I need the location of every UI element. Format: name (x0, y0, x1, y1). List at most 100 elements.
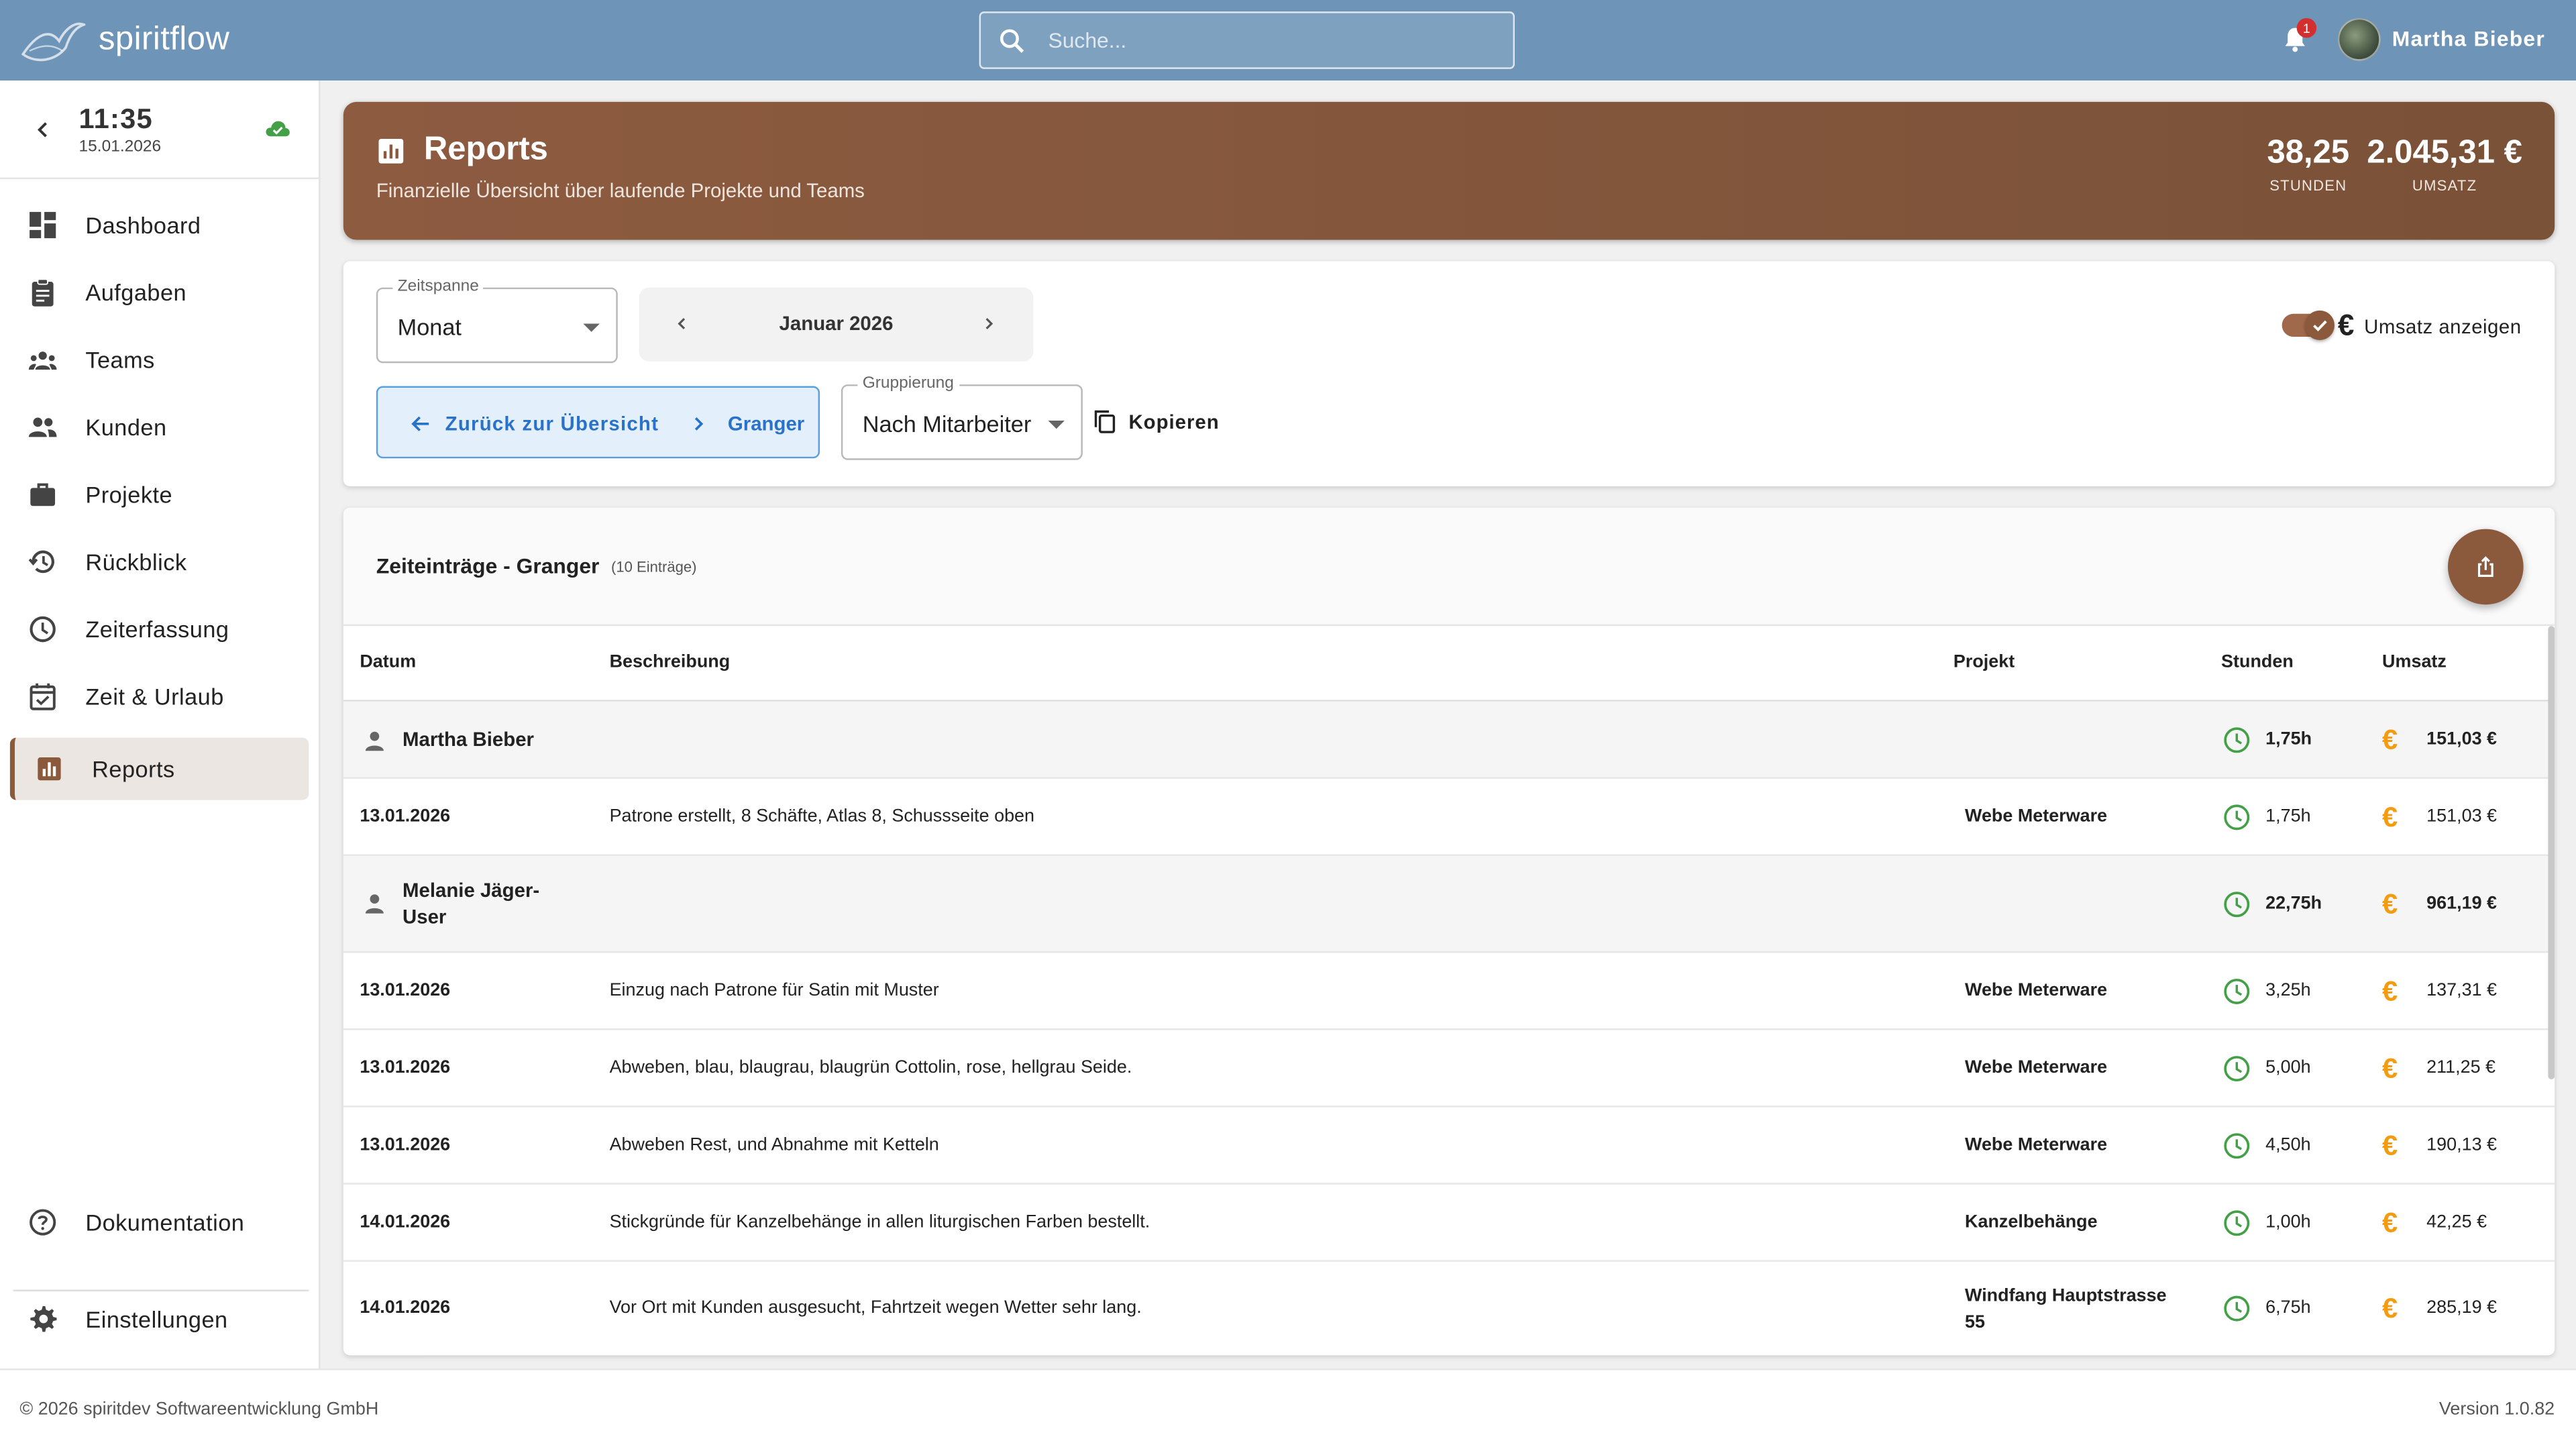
grouping-label: Gruppierung (857, 374, 959, 393)
spiritflow-logo-icon (21, 21, 86, 60)
show-revenue-toggle[interactable] (2282, 310, 2335, 340)
sidebar-item-reports[interactable]: Reports (9, 737, 309, 800)
entry-revenue: 190,13 € (2426, 1135, 2498, 1155)
entry-date: 13.01.2026 (360, 806, 451, 826)
sidebar-item-label: Einstellungen (85, 1305, 228, 1333)
copy-label: Kopieren (1128, 410, 1220, 433)
entry-description: Einzug nach Patrone für Satin mit Muster (609, 981, 939, 1001)
euro-icon: € (2382, 1208, 2398, 1239)
entry-project: Webe Meterware (1965, 981, 2108, 1001)
entry-description: Vor Ort mit Kunden ausgesucht, Fahrtzeit… (609, 1297, 1142, 1318)
copy-button[interactable]: Kopieren (1093, 409, 1220, 434)
sidebar-item-label: Kunden (85, 414, 167, 441)
breadcrumb-current[interactable]: Granger (728, 413, 804, 435)
sidebar-item-dokumentation[interactable]: Dokumentation (10, 1191, 309, 1254)
euro-icon: € (2382, 802, 2398, 833)
clock-icon (2224, 1295, 2250, 1322)
entry-hours: 3,25h (2265, 981, 2311, 1001)
sidebar-item-label: Zeit & Urlaub (85, 683, 224, 710)
entry-hours: 6,75h (2265, 1297, 2311, 1318)
sidebar-item-label: Teams (85, 346, 155, 373)
sidebar-item-label: Dokumentation (85, 1209, 245, 1236)
table-scrollbar[interactable] (2548, 626, 2555, 1079)
table-row[interactable]: 13.01.2026 Abweben, blau, blaugrau, blau… (343, 1030, 2555, 1108)
sidebar-item-label: Aufgaben (85, 279, 187, 306)
period-select[interactable]: Zeitspanne Monat (376, 277, 618, 364)
user-name[interactable]: Martha Bieber (2392, 26, 2545, 51)
chevron-left-icon[interactable] (33, 120, 52, 140)
chevron-right-icon[interactable] (979, 314, 999, 333)
grouping-select[interactable]: Gruppierung Nach Mitarbeiter (841, 374, 1083, 460)
dropdown-arrow-icon (1048, 420, 1065, 429)
entry-description: Stickgründe für Kanzelbehänge in allen l… (609, 1212, 1150, 1232)
sidebar-item-einstellungen[interactable]: Einstellungen (10, 1288, 309, 1350)
reports-header: Reports Finanzielle Übersicht über laufe… (343, 101, 2555, 240)
column-header-hours[interactable]: Stunden (2221, 652, 2294, 672)
entry-date: 14.01.2026 (360, 1212, 451, 1232)
avatar[interactable] (2337, 17, 2381, 61)
export-button[interactable] (2448, 529, 2524, 605)
sidebar-item-projekte[interactable]: Projekte (10, 464, 309, 526)
search-input[interactable] (1048, 28, 1476, 53)
clipboard-icon (32, 278, 54, 307)
clock-icon (2224, 804, 2250, 830)
sidebar-item-kunden[interactable]: Kunden (10, 396, 309, 458)
sidebar-item-teams[interactable]: Teams (10, 329, 309, 391)
group-row[interactable]: Martha Bieber 1,75h € 151,03 € (343, 701, 2555, 779)
gear-icon (30, 1305, 57, 1332)
entry-hours: 4,50h (2265, 1135, 2311, 1155)
month-navigator: Januar 2026 (639, 287, 1034, 362)
column-header-description[interactable]: Beschreibung (610, 652, 731, 672)
sidebar-item-dashboard[interactable]: Dashboard (10, 194, 309, 256)
table-row[interactable]: 13.01.2026 Abweben Rest, und Abnahme mit… (343, 1108, 2555, 1185)
page-subtitle: Finanzielle Übersicht über laufende Proj… (376, 178, 865, 203)
back-label: Zurück zur Übersicht (445, 412, 659, 435)
period-value: Monat (397, 313, 462, 340)
sidebar-item-zeit-urlaub[interactable]: Zeit & Urlaub (10, 665, 309, 728)
table-row[interactable]: 13.01.2026 Einzug nach Patrone für Satin… (343, 953, 2555, 1030)
bar-chart-icon (378, 138, 404, 164)
notification-badge: 1 (2296, 17, 2317, 38)
entry-project: Webe Meterware (1965, 1135, 2108, 1155)
column-header-revenue[interactable]: Umsatz (2382, 652, 2447, 672)
euro-icon: € (2382, 1130, 2398, 1162)
entry-date: 14.01.2026 (360, 1297, 451, 1318)
sidebar-item-label: Zeiterfassung (85, 616, 229, 643)
entry-description: Patrone erstellt, 8 Schäfte, Atlas 8, Sc… (609, 806, 1035, 826)
group-revenue: 961,19 € (2426, 894, 2498, 914)
column-header-date[interactable]: Datum (360, 652, 416, 672)
entry-hours: 5,00h (2265, 1058, 2311, 1078)
entry-revenue: 211,25 € (2426, 1058, 2496, 1078)
column-header-project[interactable]: Projekt (1953, 652, 2015, 672)
group-row[interactable]: Melanie Jäger-User 22,75h € 961,19 € (343, 855, 2555, 953)
table-row[interactable]: 14.01.2026 Stickgründe für Kanzelbehänge… (343, 1185, 2555, 1262)
top-bar: spiritflow 1 Martha Bieber (0, 0, 2576, 81)
brand[interactable]: spiritflow (19, 17, 229, 64)
entry-revenue: 151,03 € (2426, 806, 2498, 826)
sidebar-item-label: Reports (92, 755, 175, 782)
clock-icon (2224, 727, 2250, 753)
search-box[interactable] (979, 11, 1515, 69)
table-row[interactable]: 14.01.2026 Vor Ort mit Kunden ausgesucht… (343, 1262, 2555, 1356)
back-to-overview-button[interactable]: Zurück zur Übersicht Granger (376, 386, 820, 459)
revenue-stat: 2.045,31 € UMSATZ (2361, 135, 2528, 194)
clock-icon (2224, 1133, 2250, 1159)
table-row[interactable]: 13.01.2026 Patrone erstellt, 8 Schäfte, … (343, 779, 2555, 856)
month-label: Januar 2026 (779, 312, 894, 335)
person-icon (365, 731, 384, 751)
revenue-label: UMSATZ (2412, 177, 2477, 194)
sidebar-item-label: Projekte (85, 481, 173, 508)
hours-label: STUNDEN (2269, 177, 2347, 194)
clock-date: 15.01.2026 (78, 138, 162, 156)
arrow-left-icon (411, 416, 429, 431)
footer: © 2026 spiritdev Softwareentwicklung Gmb… (0, 1368, 2576, 1449)
clock-icon (30, 616, 56, 643)
sidebar-item-aufgaben[interactable]: Aufgaben (10, 261, 309, 323)
euro-icon: € (2382, 888, 2398, 920)
sidebar-item-rueckblick[interactable]: Rückblick (10, 531, 309, 593)
hours-value: 38,25 (2267, 134, 2350, 171)
app-name: spiritflow (98, 21, 230, 58)
entry-project: Webe Meterware (1965, 1058, 2108, 1078)
period-label: Zeitspanne (392, 277, 484, 296)
sidebar-item-zeiterfassung[interactable]: Zeiterfassung (10, 598, 309, 660)
